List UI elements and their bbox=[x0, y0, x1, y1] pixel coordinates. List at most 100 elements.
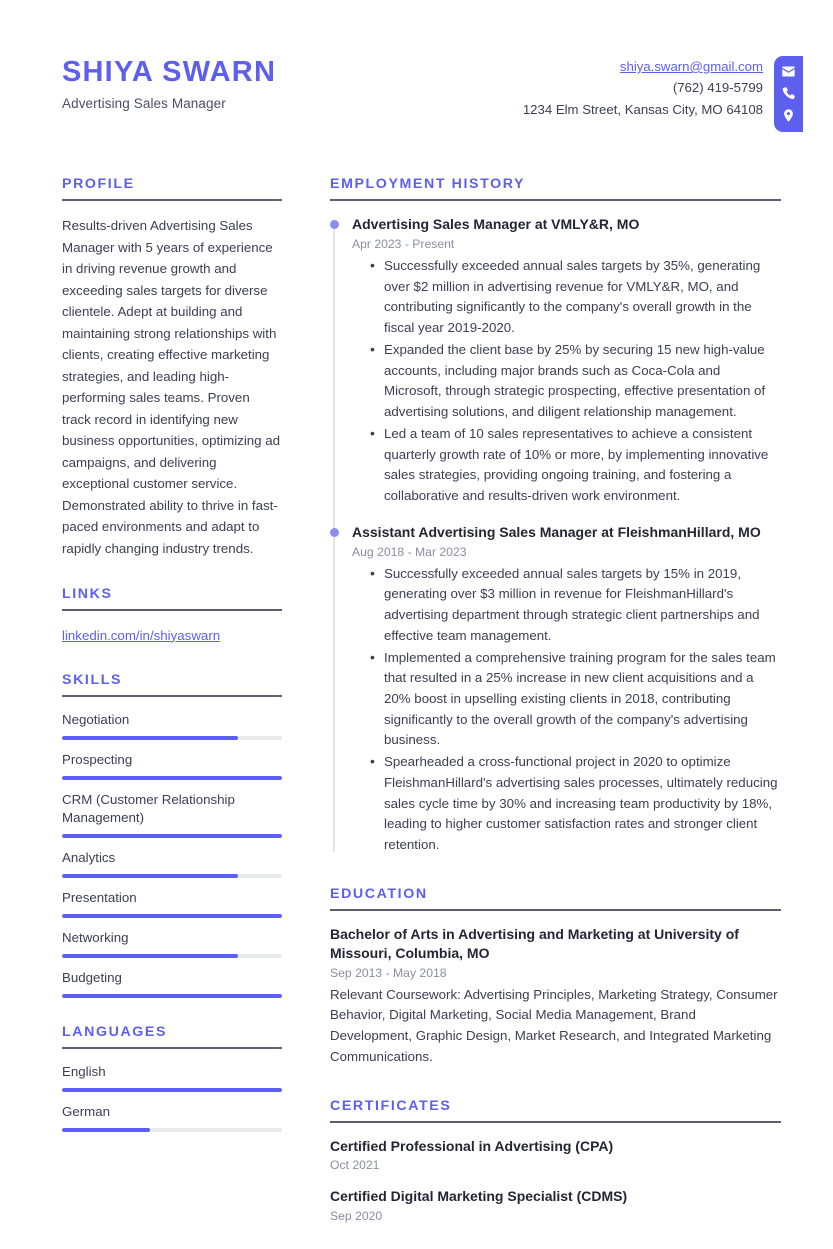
language-label: English bbox=[62, 1063, 106, 1079]
language-bar-track bbox=[62, 1087, 282, 1092]
certificate-entry: Certified Professional in Advertising (C… bbox=[330, 1137, 781, 1173]
section-certificates: CERTIFICATES Certified Professional in A… bbox=[330, 1097, 781, 1224]
page-title: SHIYA SWARN bbox=[62, 56, 277, 88]
education-title: Bachelor of Arts in Advertising and Mark… bbox=[330, 925, 739, 961]
location-pin-icon bbox=[781, 108, 796, 123]
section-links: LINKS linkedin.com/in/shiyaswarn bbox=[62, 586, 282, 646]
email-link[interactable]: shiya.swarn@gmail.com bbox=[620, 56, 763, 77]
section-heading-profile: PROFILE bbox=[62, 176, 135, 192]
skill-label: Presentation bbox=[62, 890, 137, 906]
employment-title: Assistant Advertising Sales Manager at F… bbox=[352, 523, 761, 540]
education-date: Sep 2013 - May 2018 bbox=[330, 965, 447, 980]
skill-bar-fill bbox=[62, 775, 282, 780]
certificate-date: Sep 2020 bbox=[330, 1209, 383, 1224]
resume-body: PROFILE Results-driven Advertising Sales… bbox=[62, 176, 781, 1249]
section-skills: SKILLS Negotiation Prospecting CRM (Custom… bbox=[62, 672, 282, 998]
certificates-list: Certified Professional in Advertising (C… bbox=[330, 1137, 781, 1224]
employment-bullet: Spearheaded a cross-functional project i… bbox=[370, 751, 781, 856]
skill-label: Networking bbox=[62, 930, 129, 946]
employment-bullet: Implemented a comprehensive training pro… bbox=[370, 647, 781, 752]
section-heading-employment: EMPLOYMENT HISTORY bbox=[330, 176, 526, 192]
skill-bar-track bbox=[62, 993, 282, 998]
certificate-date: Oct 2021 bbox=[330, 1158, 380, 1173]
skill-label: CRM (Customer Relationship Management) bbox=[62, 791, 235, 826]
language-item: English bbox=[62, 1063, 282, 1092]
contact-block: shiya.swarn@gmail.com (762) 419-5799 123… bbox=[523, 52, 803, 132]
employment-entry: Advertising Sales Manager at VMLY&R, MO A… bbox=[330, 215, 781, 507]
section-divider bbox=[62, 199, 282, 201]
section-profile: PROFILE Results-driven Advertising Sales… bbox=[62, 176, 282, 560]
employment-title: Advertising Sales Manager at VMLY&R, MO bbox=[352, 216, 640, 232]
skill-bar-fill bbox=[62, 914, 282, 919]
skill-bar-fill bbox=[62, 874, 238, 879]
skill-item: Analytics bbox=[62, 849, 282, 879]
skill-item: CRM (Customer Relationship Management) bbox=[62, 791, 282, 839]
section-heading-links: LINKS bbox=[62, 585, 113, 602]
employment-timeline: Advertising Sales Manager at VMLY&R, MO A… bbox=[330, 215, 781, 856]
section-divider bbox=[62, 694, 282, 697]
contact-phone-line: (762) 419-5799 bbox=[672, 80, 763, 96]
skill-label: Budgeting bbox=[62, 969, 122, 985]
languages-list: English German bbox=[62, 1063, 282, 1132]
main-column: EMPLOYMENT HISTORY Advertising Sales Man… bbox=[330, 176, 781, 1249]
contact-lines: shiya.swarn@gmail.com (762) 419-5799 123… bbox=[523, 56, 763, 120]
skill-bar-fill bbox=[62, 993, 282, 998]
section-employment-history: EMPLOYMENT HISTORY Advertising Sales Man… bbox=[330, 176, 781, 856]
section-education: EDUCATION Bachelor of Arts in Advertisin… bbox=[330, 886, 781, 1068]
skill-label: Negotiation bbox=[62, 711, 130, 727]
section-heading-languages: LANGUAGES bbox=[62, 1023, 168, 1040]
employment-date: Apr 2023 - Present bbox=[352, 236, 455, 251]
profile-text: Results-driven Advertising Sales Manager… bbox=[62, 218, 281, 556]
skill-bar-track bbox=[62, 834, 282, 839]
link-item[interactable]: linkedin.com/in/shiyaswarn bbox=[62, 628, 220, 643]
section-heading-skills: SKILLS bbox=[62, 671, 123, 688]
employment-bullet-list: Successfully exceeded annual sales targe… bbox=[370, 255, 781, 507]
skill-bar-track bbox=[62, 735, 282, 740]
education-entry: Bachelor of Arts in Advertising and Mark… bbox=[330, 925, 781, 1068]
resume-header: SHIYA SWARN Advertising Sales Manager sh… bbox=[62, 48, 803, 132]
section-divider bbox=[62, 608, 282, 611]
resume-page: SHIYA SWARN Advertising Sales Manager sh… bbox=[0, 0, 833, 1223]
employment-bullet: Successfully exceeded annual sales targe… bbox=[370, 563, 781, 647]
section-heading-education: EDUCATION bbox=[330, 885, 428, 902]
section-divider bbox=[330, 1120, 781, 1123]
job-title-subtitle: Advertising Sales Manager bbox=[62, 96, 226, 112]
contact-email-line: shiya.swarn@gmail.com bbox=[523, 56, 763, 77]
education-description: Relevant Coursework: Advertising Princip… bbox=[330, 986, 778, 1064]
employment-bullet-list: Successfully exceeded annual sales targe… bbox=[370, 563, 781, 856]
skill-bar-fill bbox=[62, 735, 238, 740]
language-bar-fill bbox=[62, 1127, 150, 1132]
timeline-dot-icon bbox=[330, 527, 339, 537]
skill-item: Negotiation bbox=[62, 711, 282, 740]
section-heading-certificates: CERTIFICATES bbox=[330, 1097, 452, 1114]
skill-item: Budgeting bbox=[62, 969, 282, 998]
skill-label: Analytics bbox=[62, 850, 116, 866]
employment-date: Aug 2018 - Mar 2023 bbox=[352, 544, 467, 559]
employment-bullet: Led a team of 10 sales representatives t… bbox=[370, 423, 781, 507]
contact-icon-bar bbox=[774, 56, 803, 132]
phone-icon bbox=[781, 86, 796, 101]
certificate-title: Certified Professional in Advertising (C… bbox=[330, 1137, 614, 1154]
sidebar-column: PROFILE Results-driven Advertising Sales… bbox=[62, 176, 282, 1249]
skill-bar-track bbox=[62, 874, 282, 879]
skill-bar-track bbox=[62, 953, 282, 958]
section-divider bbox=[330, 908, 781, 911]
timeline-dot-icon bbox=[330, 220, 339, 229]
contact-address-line: 1234 Elm Street, Kansas City, MO 64108 bbox=[522, 101, 763, 117]
skill-label: Prospecting bbox=[62, 751, 133, 767]
skill-bar-track bbox=[62, 775, 282, 780]
employment-bullet: Successfully exceeded annual sales targe… bbox=[370, 255, 781, 339]
certificate-entry: Certified Digital Marketing Specialist (… bbox=[330, 1187, 781, 1223]
section-divider bbox=[62, 1046, 282, 1049]
skill-bar-fill bbox=[62, 834, 282, 839]
language-bar-track bbox=[62, 1127, 282, 1132]
language-label: German bbox=[62, 1103, 111, 1119]
skill-item: Networking bbox=[62, 929, 282, 958]
employment-entry: Assistant Advertising Sales Manager at F… bbox=[330, 523, 781, 856]
certificate-title: Certified Digital Marketing Specialist (… bbox=[330, 1188, 628, 1205]
employment-bullet: Expanded the client base by 25% by secur… bbox=[370, 339, 781, 423]
skill-bar-fill bbox=[62, 953, 238, 958]
education-list: Bachelor of Arts in Advertising and Mark… bbox=[330, 925, 781, 1068]
skills-list: Negotiation Prospecting CRM (Customer Rela… bbox=[62, 711, 282, 998]
language-item: German bbox=[62, 1103, 282, 1132]
